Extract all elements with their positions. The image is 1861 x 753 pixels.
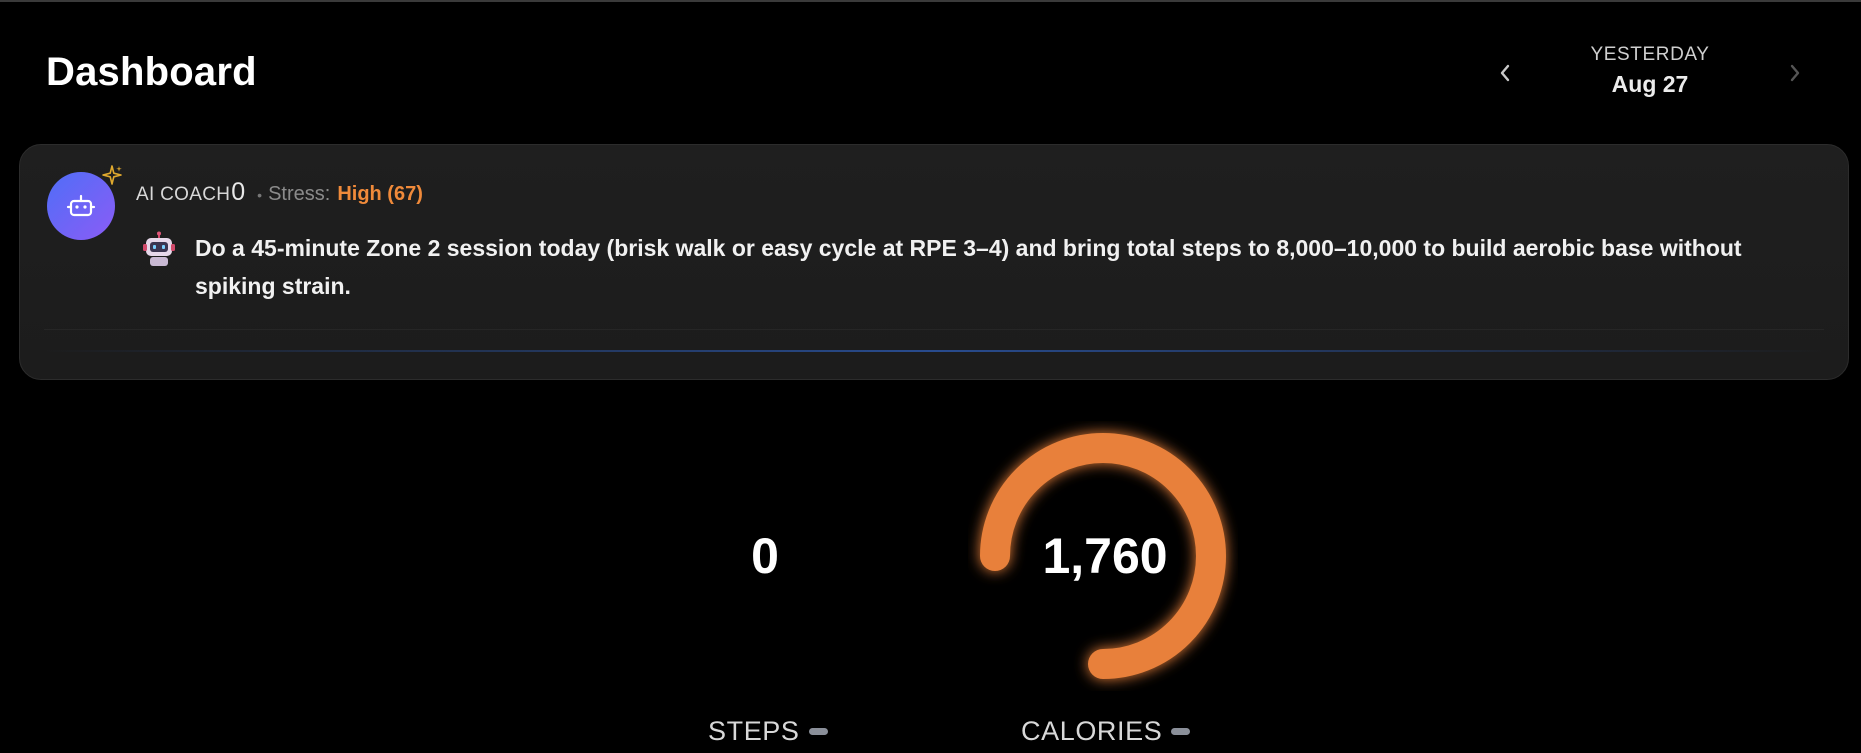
date-relative-label: YESTERDAY (1590, 44, 1710, 65)
chevron-left-icon (1500, 64, 1510, 82)
page-title: Dashboard (46, 50, 257, 94)
date-display: YESTERDAY Aug 27 (1540, 44, 1760, 98)
date-value: Aug 27 (1611, 71, 1689, 97)
prev-day-button[interactable] (1490, 58, 1520, 88)
stress-label: Stress: (268, 183, 331, 205)
stress-value: High (67) (337, 183, 423, 205)
card-glow-line (44, 350, 1824, 352)
coach-header: AI COACH 0 • Stress: High (67) (136, 178, 423, 207)
next-day-button[interactable] (1780, 58, 1810, 88)
calories-trend-indicator (1171, 728, 1191, 735)
steps-label[interactable]: STEPS (708, 716, 828, 747)
separator-dot: • (257, 187, 263, 203)
coach-label: AI COACH (136, 184, 231, 205)
coach-count: 0 (231, 178, 246, 206)
date-navigator: YESTERDAY Aug 27 (1480, 44, 1820, 104)
calories-label[interactable]: CALORIES (1021, 716, 1191, 747)
sparkle-icon (102, 165, 122, 185)
top-border (0, 0, 1861, 2)
calories-value: 1,760 (1042, 528, 1168, 584)
robot-emoji-icon (143, 231, 175, 266)
robot-icon (66, 194, 96, 217)
chevron-right-icon (1790, 64, 1800, 82)
steps-value: 0 (751, 528, 779, 584)
calories-label-text: CALORIES (1021, 716, 1163, 746)
steps-label-text: STEPS (708, 716, 800, 746)
steps-trend-indicator (808, 728, 828, 735)
ai-coach-card: AI COACH 0 • Stress: High (67) Do a 45-m… (19, 144, 1849, 380)
coach-message: Do a 45-minute Zone 2 session today (bri… (195, 235, 1742, 299)
card-divider (44, 329, 1824, 330)
